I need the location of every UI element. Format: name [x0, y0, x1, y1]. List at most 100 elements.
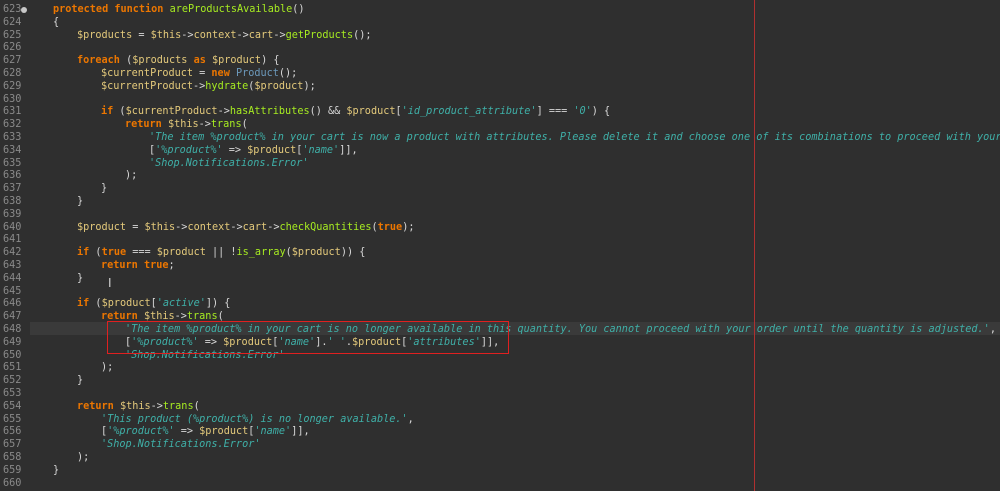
line-number: 651 — [3, 362, 22, 374]
line-number: 631 — [3, 106, 22, 118]
code-line[interactable]: 624 { — [0, 17, 1000, 30]
code-token: ); — [402, 221, 415, 233]
code-line[interactable]: 623 protected function areProductsAvailab… — [0, 4, 1000, 17]
text-cursor-icon: I — [108, 276, 112, 290]
code-text: if (true === $product || !is_array($prod… — [77, 247, 365, 260]
code-line[interactable]: 659} — [0, 465, 1000, 478]
code-token: , — [989, 324, 996, 335]
code-line[interactable]: 660 — [0, 478, 1000, 491]
code-token: } — [77, 272, 84, 284]
code-line[interactable]: 628 $currentProduct = new Product(); — [0, 68, 1000, 81]
code-token: 'active' — [156, 298, 206, 310]
code-token: $currentProduct — [101, 80, 194, 92]
code-token: context — [193, 29, 237, 41]
code-line[interactable]: 630 — [0, 94, 1000, 107]
code-editor[interactable]: 623 protected function areProductsAvailab… — [0, 0, 1000, 491]
code-token: protected — [53, 4, 109, 15]
code-token: if — [101, 106, 114, 118]
code-token: '0' — [573, 106, 592, 118]
code-line[interactable]: 655 'This product (%product%) is no longe… — [0, 414, 1000, 427]
line-number: 650 — [3, 349, 22, 361]
code-token: () — [292, 4, 305, 15]
code-line[interactable]: 646 if ($product['active']) { — [0, 298, 1000, 311]
code-token: $products — [132, 55, 188, 67]
line-number: 654 — [3, 400, 22, 412]
code-token: context — [187, 221, 231, 233]
code-line[interactable]: 627 foreach ($products as $product) { — [0, 55, 1000, 68]
code-token: -> — [267, 221, 280, 233]
code-line[interactable]: 645 — [0, 286, 1000, 299]
code-token: $this — [167, 119, 199, 131]
code-token: cart — [242, 221, 268, 233]
code-line[interactable]: 640 $product = $this->context->cart->chec… — [0, 222, 1000, 235]
line-number: 641 — [3, 234, 22, 246]
code-line[interactable]: 651); — [0, 362, 1000, 375]
code-token: ] === — [536, 106, 574, 118]
code-line[interactable]: 643 return true; — [0, 260, 1000, 273]
code-token: -> — [175, 221, 188, 233]
line-number: 649 — [3, 336, 22, 348]
code-token: 'Shop.Notifications.Error' — [149, 157, 309, 169]
line-number: 656 — [3, 426, 22, 438]
code-line[interactable]: 639 — [0, 209, 1000, 222]
code-token: ]) { — [205, 298, 231, 310]
code-token: Product — [235, 68, 279, 79]
code-line[interactable]: 656 ['%product%' => $product['name']], — [0, 426, 1000, 439]
line-number: 643 — [3, 260, 22, 271]
code-line[interactable]: 657 'Shop.Notifications.Error' — [0, 439, 1000, 452]
code-token: $product — [346, 106, 396, 118]
code-token: ( — [113, 106, 126, 118]
code-text: $currentProduct = new Product(); — [101, 68, 297, 81]
code-token: true — [143, 260, 169, 271]
code-line[interactable]: 641 — [0, 234, 1000, 247]
code-token: (); — [353, 29, 372, 41]
code-token: return — [77, 400, 114, 412]
code-line[interactable]: 652} — [0, 375, 1000, 388]
code-line[interactable]: 654 return $this->trans( — [0, 401, 1000, 414]
code-line[interactable]: 634 ['%product%' => $product['name']], — [0, 145, 1000, 158]
annotation-highlight-box — [107, 321, 509, 354]
code-token: ( — [89, 298, 102, 310]
code-text: 'The item %product% in your cart is now … — [149, 132, 1000, 145]
code-token: -> — [217, 106, 230, 118]
code-line[interactable]: 629 $currentProduct->hydrate($product); — [0, 81, 1000, 94]
code-token: $currentProduct — [101, 68, 194, 79]
code-token: hydrate — [205, 80, 249, 92]
code-token: -> — [236, 29, 249, 41]
line-number: 632 — [3, 119, 22, 131]
code-token: $product — [199, 426, 249, 438]
code-line[interactable]: 638} — [0, 196, 1000, 209]
code-line[interactable]: 635 'Shop.Notifications.Error' — [0, 158, 1000, 171]
code-token: $this — [119, 400, 151, 412]
code-token: trans — [162, 400, 194, 412]
code-token: $this — [144, 221, 176, 233]
code-text: return $this->trans( — [77, 401, 200, 414]
code-line[interactable]: 644} — [0, 273, 1000, 286]
code-token: $product — [247, 144, 297, 156]
code-text: if ($product['active']) { — [77, 298, 230, 311]
line-number: 628 — [3, 68, 22, 79]
code-token: )) { — [340, 247, 366, 259]
code-line[interactable]: 633 'The item %product% in your cart is n… — [0, 132, 1000, 145]
line-number: 630 — [3, 93, 22, 105]
code-line[interactable]: 637} — [0, 183, 1000, 196]
code-line[interactable]: 632 return $this->trans( — [0, 119, 1000, 132]
code-token: ; — [168, 260, 175, 271]
code-line[interactable]: 625 $products = $this->context->cart->get… — [0, 30, 1000, 43]
line-number: 658 — [3, 452, 22, 463]
code-line[interactable]: 631 if ($currentProduct->hasAttributes() … — [0, 106, 1000, 119]
code-token: ( — [119, 55, 133, 67]
code-token: (); — [278, 68, 298, 79]
code-token: if — [77, 298, 90, 310]
line-number: 627 — [3, 55, 22, 67]
code-token: } — [77, 375, 84, 387]
code-line[interactable]: 636); — [0, 170, 1000, 183]
code-line[interactable]: 653 — [0, 388, 1000, 401]
code-line[interactable]: 658); — [0, 452, 1000, 465]
code-token: ]], — [291, 426, 310, 438]
code-token: as — [193, 55, 206, 67]
code-line[interactable]: 626 — [0, 42, 1000, 55]
code-line[interactable]: 642 if (true === $product || !is_array($p… — [0, 247, 1000, 260]
code-token: => — [174, 426, 200, 438]
line-number: 648 — [3, 324, 22, 335]
